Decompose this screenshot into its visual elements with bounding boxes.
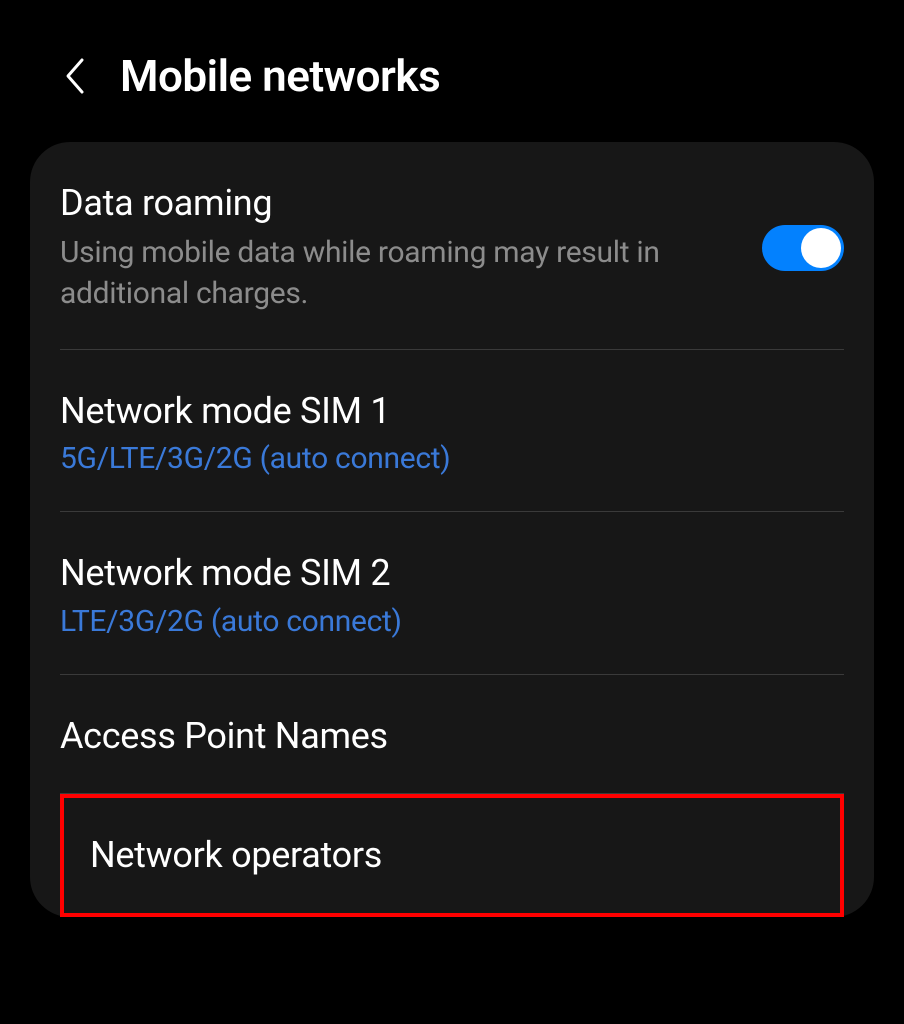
data-roaming-toggle[interactable] xyxy=(762,225,844,271)
setting-content: Data roaming Using mobile data while roa… xyxy=(60,182,732,314)
setting-network-mode-sim1[interactable]: Network mode SIM 1 5G/LTE/3G/2G (auto co… xyxy=(30,350,874,511)
setting-value: 5G/LTE/3G/2G (auto connect) xyxy=(60,441,844,476)
back-icon[interactable] xyxy=(60,54,90,98)
setting-title: Network mode SIM 2 xyxy=(60,552,844,595)
setting-title: Network operators xyxy=(90,834,840,877)
header: Mobile networks xyxy=(0,0,904,142)
page-title: Mobile networks xyxy=(120,50,440,102)
setting-network-mode-sim2[interactable]: Network mode SIM 2 LTE/3G/2G (auto conne… xyxy=(30,512,874,673)
setting-title: Data roaming xyxy=(60,182,732,225)
setting-data-roaming[interactable]: Data roaming Using mobile data while roa… xyxy=(30,142,874,349)
setting-subtitle: Using mobile data while roaming may resu… xyxy=(60,233,732,314)
setting-value: LTE/3G/2G (auto connect) xyxy=(60,604,844,639)
settings-panel: Data roaming Using mobile data while roa… xyxy=(30,142,874,917)
setting-network-operators[interactable]: Network operators xyxy=(60,794,844,917)
setting-title: Network mode SIM 1 xyxy=(60,390,844,433)
setting-access-point-names[interactable]: Access Point Names xyxy=(30,675,874,793)
setting-title: Access Point Names xyxy=(60,715,844,758)
toggle-thumb xyxy=(801,228,841,268)
